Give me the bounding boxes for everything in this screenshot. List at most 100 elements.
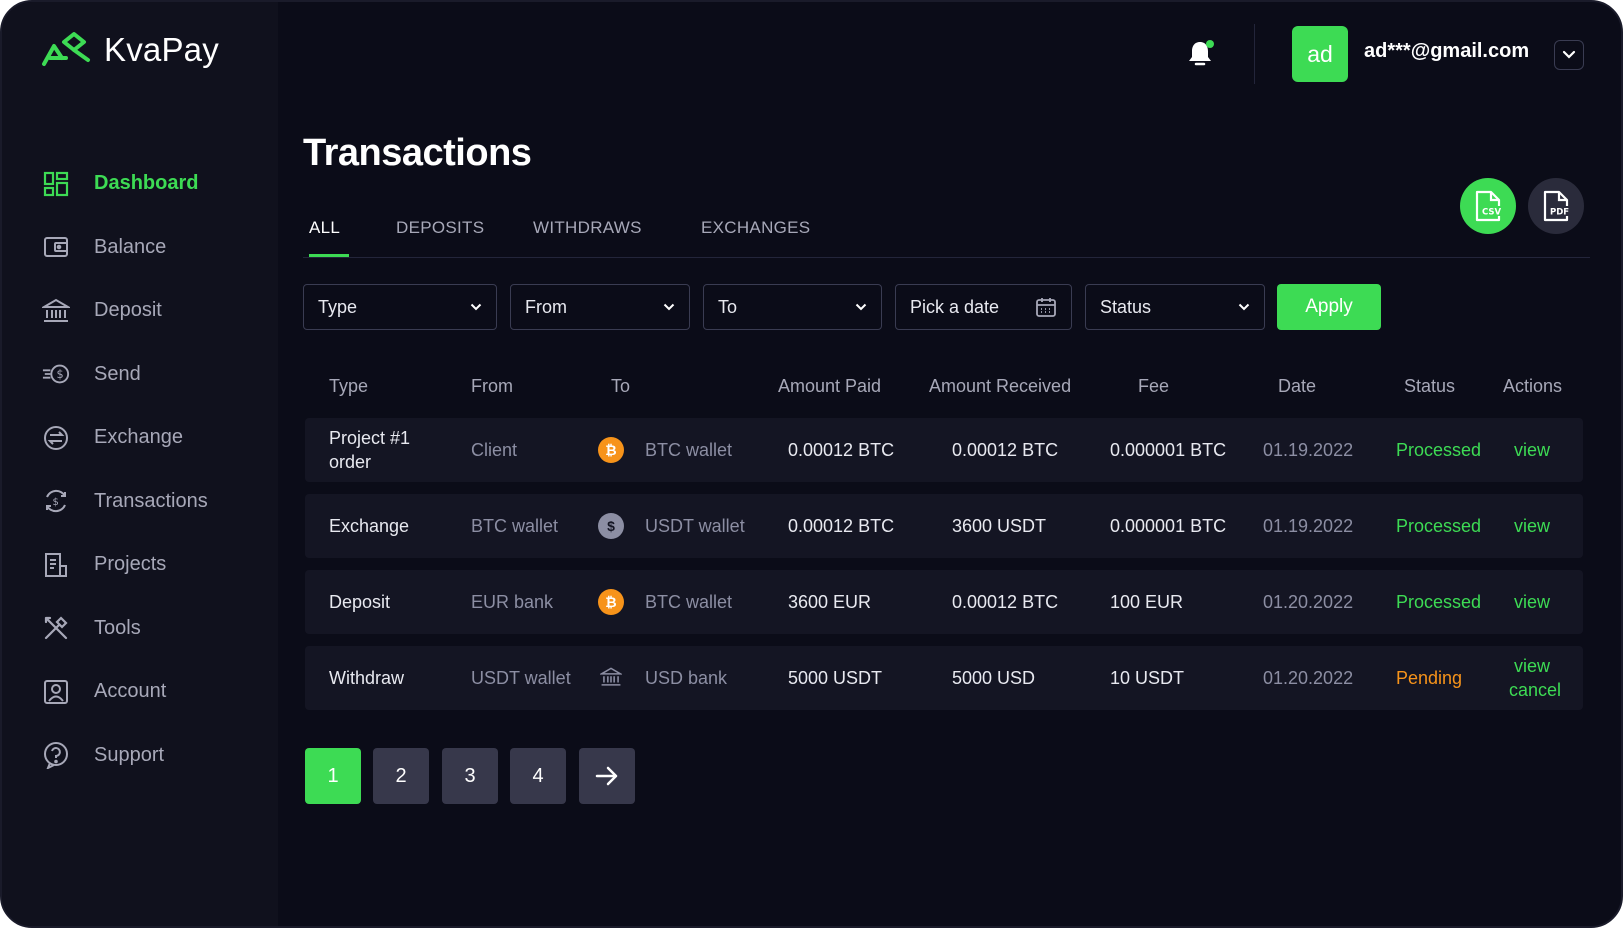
sidebar-nav: Dashboard Balance Deposit $ Send Exchang…	[2, 152, 278, 787]
sidebar-item-label: Dashboard	[94, 172, 199, 195]
sidebar-item-label: Transactions	[94, 489, 208, 512]
chevron-down-icon	[1562, 50, 1576, 59]
page-button-1[interactable]: 1	[305, 748, 361, 804]
view-link[interactable]: view	[1514, 654, 1550, 678]
sidebar-item-send[interactable]: $ Send	[2, 343, 278, 407]
sidebar-item-tools[interactable]: Tools	[2, 597, 278, 661]
row-date: 01.20.2022	[1263, 668, 1354, 688]
row-amount-received: 3600 USDT	[952, 516, 1047, 536]
sidebar-item-support[interactable]: Support	[2, 724, 278, 788]
status-badge: Processed	[1396, 516, 1482, 536]
svg-text:$: $	[53, 497, 59, 508]
row-to: BTC wallet	[645, 440, 733, 460]
account-icon	[42, 678, 70, 706]
page-button-4[interactable]: 4	[510, 748, 566, 804]
chevron-down-icon	[470, 303, 482, 311]
table-row: Project #1 order Client ₿ BTC wallet 0.0…	[305, 418, 1583, 482]
row-to: BTC wallet	[645, 592, 733, 612]
page-button-3[interactable]: 3	[442, 748, 498, 804]
cancel-link[interactable]: cancel	[1509, 678, 1561, 702]
chevron-down-icon	[1238, 303, 1250, 311]
sidebar-item-projects[interactable]: Projects	[2, 533, 278, 597]
to-filter-select[interactable]: To	[703, 284, 882, 330]
column-header-from: From	[471, 376, 513, 396]
row-amount-received: 0.00012 BTC	[952, 592, 1059, 612]
tab-withdraws[interactable]: WITHDRAWS	[533, 218, 642, 238]
chevron-down-icon	[855, 303, 867, 311]
calendar-icon	[1036, 298, 1056, 317]
next-page-button[interactable]	[579, 748, 635, 804]
tab-deposits[interactable]: DEPOSITS	[396, 218, 484, 238]
row-fee: 0.000001 BTC	[1110, 516, 1227, 536]
notifications-button[interactable]	[1182, 36, 1218, 72]
row-type: Withdraw	[329, 668, 405, 688]
bank-icon	[42, 297, 70, 325]
brand-name: KvaPay	[104, 31, 219, 68]
view-link[interactable]: view	[1514, 438, 1550, 462]
row-from: EUR bank	[471, 592, 554, 612]
user-email[interactable]: ad***@gmail.com	[1364, 40, 1529, 63]
tab-all[interactable]: ALL	[309, 218, 340, 238]
sidebar-item-label: Balance	[94, 235, 167, 258]
sidebar-item-label: Tools	[94, 616, 141, 639]
sidebar-item-label: Projects	[94, 553, 167, 576]
row-from: BTC wallet	[471, 516, 559, 536]
sidebar-item-dashboard[interactable]: Dashboard	[2, 152, 278, 216]
send-coin-icon: $	[42, 360, 70, 388]
table-row: Exchange BTC wallet $ USDT wallet 0.0001…	[305, 494, 1583, 558]
sidebar-item-deposit[interactable]: Deposit	[2, 279, 278, 343]
tab-exchanges[interactable]: EXCHANGES	[701, 218, 810, 238]
sidebar-item-account[interactable]: Account	[2, 660, 278, 724]
table-row: Withdraw USDT wallet USD bank 5000 USDT …	[305, 646, 1583, 710]
status-badge: Processed	[1396, 592, 1482, 612]
status-badge: Pending	[1396, 668, 1463, 688]
from-filter-select[interactable]: From	[510, 284, 690, 330]
document-icon	[42, 551, 70, 579]
row-amount-received: 5000 USD	[952, 668, 1036, 688]
tools-icon	[42, 614, 70, 642]
page-title: Transactions	[303, 132, 532, 174]
page-button-2[interactable]: 2	[373, 748, 429, 804]
status-filter-select[interactable]: Status	[1085, 284, 1265, 330]
date-picker-input[interactable]: Pick a date	[895, 284, 1072, 330]
active-tab-indicator	[309, 254, 349, 257]
status-filter-label: Status	[1100, 296, 1152, 317]
row-date: 01.19.2022	[1263, 440, 1354, 460]
bitcoin-icon: ₿	[598, 589, 624, 615]
sidebar-item-transactions[interactable]: $ Transactions	[2, 470, 278, 534]
bitcoin-icon: ₿	[598, 437, 624, 463]
row-date: 01.19.2022	[1263, 516, 1354, 536]
to-filter-label: To	[718, 296, 738, 317]
view-link[interactable]: view	[1514, 514, 1550, 538]
sidebar-item-label: Deposit	[94, 299, 162, 322]
sidebar-item-exchange[interactable]: Exchange	[2, 406, 278, 470]
column-header-type: Type	[329, 376, 369, 396]
row-to: USD bank	[645, 668, 728, 688]
exchange-icon	[42, 424, 70, 452]
type-filter-select[interactable]: Type	[303, 284, 497, 330]
column-header-status: Status	[1404, 376, 1456, 396]
row-fee: 10 USDT	[1110, 668, 1185, 688]
sidebar-item-balance[interactable]: Balance	[2, 216, 278, 280]
dashboard-icon	[42, 170, 70, 198]
usdt-icon: $	[598, 513, 624, 539]
row-fee: 0.000001 BTC	[1110, 440, 1227, 460]
view-link[interactable]: view	[1514, 590, 1550, 614]
sidebar-item-label: Send	[94, 362, 141, 385]
logo[interactable]: KvaPay	[40, 30, 219, 70]
chevron-down-icon	[663, 303, 675, 311]
column-header-to: To	[611, 376, 631, 396]
row-type: Deposit	[329, 592, 391, 612]
row-date: 01.20.2022	[1263, 592, 1354, 612]
date-picker-placeholder: Pick a date	[910, 296, 1000, 317]
row-amount-paid: 3600 EUR	[788, 592, 872, 612]
type-filter-label: Type	[318, 296, 358, 317]
row-type-line1: Project #1	[329, 428, 411, 448]
row-to: USDT wallet	[645, 516, 745, 536]
arrow-right-icon	[595, 766, 618, 786]
apply-filters-button[interactable]: Apply	[1277, 284, 1381, 330]
user-menu-button[interactable]	[1554, 40, 1584, 70]
column-header-amount-paid: Amount Paid	[778, 376, 882, 396]
help-icon	[42, 741, 70, 770]
avatar[interactable]: ad	[1292, 26, 1348, 82]
